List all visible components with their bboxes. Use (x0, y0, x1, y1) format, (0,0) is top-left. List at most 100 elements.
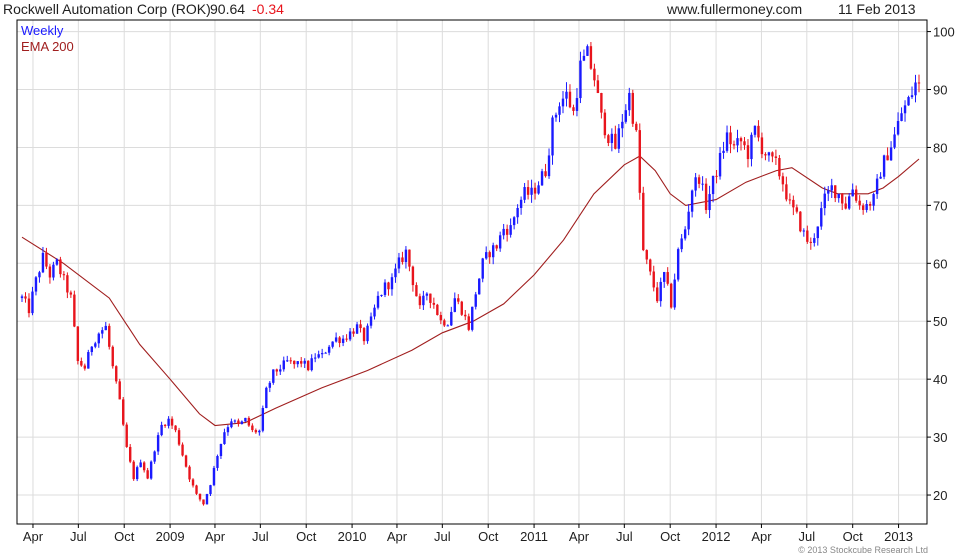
y-tick-label: 20 (933, 488, 947, 503)
legend-ema: EMA 200 (21, 39, 74, 54)
bar-body (212, 467, 216, 486)
bar-body (893, 134, 896, 148)
x-tick-label: 2013 (884, 529, 913, 544)
bar-body (631, 92, 634, 124)
bar-body (533, 187, 537, 194)
bar-body (439, 315, 443, 321)
bar-body (896, 121, 900, 135)
bar-body (415, 285, 418, 297)
x-tick-label: Jul (799, 529, 816, 544)
bar-body (156, 435, 160, 452)
bar-body (795, 207, 799, 212)
bar-body (387, 282, 390, 290)
bar-body (397, 257, 401, 269)
bar-body (799, 211, 802, 232)
bar-body (495, 245, 498, 249)
bar-body (537, 185, 540, 194)
bar-body (366, 325, 369, 342)
bar-body (701, 183, 704, 185)
x-tick-label: Oct (296, 529, 317, 544)
bar-body (293, 360, 296, 365)
bar-body (62, 274, 66, 276)
bar-body (373, 307, 376, 317)
bar-body (903, 105, 907, 114)
bar-body (603, 112, 607, 136)
bar-body (163, 424, 167, 426)
bar-body (146, 470, 149, 479)
bar-body (268, 382, 272, 388)
bar-body (582, 55, 586, 61)
bar-body (404, 249, 408, 263)
bar-body (519, 199, 523, 208)
bar-body (122, 399, 125, 425)
bar-body (872, 194, 875, 206)
bar-body (390, 277, 394, 290)
bar-body (383, 282, 387, 295)
bar-body (24, 296, 27, 299)
bar-body (177, 430, 181, 445)
bar-body (320, 353, 324, 355)
bar-body (90, 346, 94, 353)
x-tick-label: Jul (70, 529, 87, 544)
bar-body (666, 272, 669, 284)
bar-body (233, 420, 237, 422)
bar-body (865, 204, 868, 210)
y-tick-label: 30 (933, 430, 947, 445)
bar-body (561, 98, 565, 107)
bar-body (188, 466, 191, 480)
bar-body (764, 154, 767, 156)
y-tick-label: 80 (933, 140, 947, 155)
bar-body (240, 421, 244, 425)
x-tick-label: Apr (205, 529, 226, 544)
bar-body (785, 184, 788, 200)
bar-body (48, 266, 52, 278)
bar-body (282, 360, 285, 370)
bar-body (251, 425, 254, 431)
bar-body (544, 171, 547, 177)
bar-body (886, 155, 889, 161)
bar-body (432, 302, 436, 305)
bar-body (27, 298, 31, 314)
bar-body (237, 420, 240, 425)
bar-body (628, 92, 631, 111)
bar-body (73, 294, 76, 327)
x-tick-label: Jul (252, 529, 269, 544)
bar-body (279, 369, 282, 372)
bar-body (418, 296, 422, 306)
bar-body (230, 421, 233, 428)
bar-body (600, 93, 603, 113)
bar-body (446, 325, 450, 327)
bar-body (474, 294, 477, 307)
bar-body (324, 352, 327, 354)
bar-body (579, 60, 582, 99)
bar-body (757, 125, 760, 138)
bar-body (718, 152, 722, 177)
bar-body (715, 175, 718, 177)
bar-body (223, 432, 226, 444)
bar-body (289, 360, 292, 362)
bar-body (338, 337, 341, 343)
bar-body (858, 200, 861, 206)
bar-body (488, 252, 491, 258)
bar-body (334, 337, 338, 342)
bar-body (861, 205, 865, 210)
bar-body (882, 155, 886, 177)
bar-body (879, 176, 882, 179)
bar-body (345, 338, 348, 340)
bar-body (94, 343, 97, 347)
bar-body (708, 194, 711, 211)
bar-body (635, 123, 638, 131)
bar-body (362, 328, 366, 342)
bar-body (802, 230, 806, 232)
bar-body (258, 430, 261, 433)
bar-body (516, 207, 519, 218)
bar-body (841, 193, 844, 204)
bar-body (694, 177, 697, 191)
y-tick-label: 60 (933, 256, 947, 271)
grid-lines (17, 20, 927, 524)
bar-body (642, 192, 645, 251)
bar-body (471, 306, 474, 330)
bar-body (443, 320, 446, 326)
x-tick-label: Apr (569, 529, 590, 544)
bar-body (76, 326, 80, 362)
